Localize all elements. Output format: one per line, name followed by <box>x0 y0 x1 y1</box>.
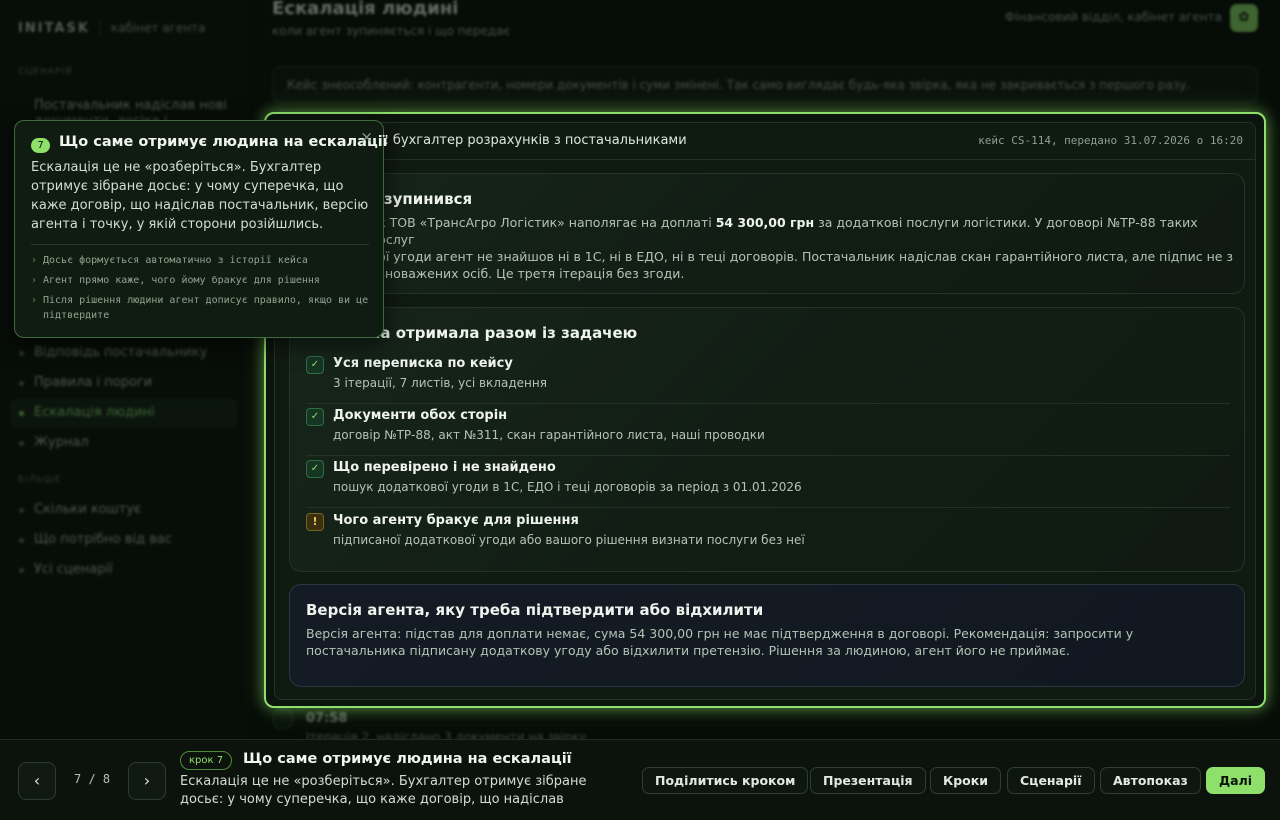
divider <box>31 244 369 245</box>
autoplay-button[interactable]: Автопоказ <box>1100 767 1201 794</box>
step-chip: крок 7 <box>180 751 233 770</box>
next-step-arrow-button[interactable]: › <box>128 762 166 800</box>
account-label: Фінансовий відділ, кабінет агента <box>1004 10 1222 24</box>
disputed-amount: 54 300,00 грн <box>715 215 815 230</box>
timeline-dot-icon <box>272 708 294 730</box>
close-icon[interactable]: × <box>360 128 373 146</box>
sidebar-item-requirements[interactable]: Що потрібно від вас <box>10 526 238 554</box>
brand-subtitle: кабінет агента <box>110 21 206 35</box>
check-icon: ✓ <box>306 460 324 478</box>
share-step-button[interactable]: Поділитись кроком <box>642 767 809 794</box>
checklist-detail: пошук додаткової угоди в 1С, ЕДО і теці … <box>333 480 802 494</box>
chevron-right-icon: › <box>31 255 38 266</box>
checklist-row: ! Чого агенту бракує для рішення підписа… <box>306 509 1230 561</box>
step-tooltip: 7 Що саме отримує людина на ескалації × … <box>14 120 388 338</box>
sidebar-item-label: Усі сценарії <box>34 562 113 577</box>
checklist-title: Що перевірено і не знайдено <box>333 460 556 475</box>
bullet-text: Після рішення людини агент дописує прави… <box>43 295 369 321</box>
agent-version-title: Версія агента, яку треба підтвердити або… <box>306 601 764 619</box>
timeline-time: 07:58 <box>306 711 348 726</box>
tooltip-bullets: › Досьє формується автоматично з історії … <box>31 253 371 328</box>
tooltip-bullet: › Агент прямо каже, чого йому бракує для … <box>31 273 371 288</box>
sidebar-item-all-scenarios[interactable]: Усі сценарії <box>10 556 238 584</box>
tooltip-body: Ескалація це не «розберіться». Бухгалтер… <box>31 160 369 232</box>
checklist-title: Чого агенту бракує для рішення <box>333 513 579 528</box>
sidebar-section-scenario: СЦЕНАРІЙ <box>18 67 73 77</box>
sidebar: INITASK кабінет агента СЦЕНАРІЙ Постачал… <box>0 0 250 740</box>
sidebar-item-label: Ескалація людині <box>34 405 155 420</box>
brand-name: INITASK <box>18 20 90 36</box>
sidebar-item-pricing[interactable]: Скільки коштує <box>10 496 238 524</box>
step-title: Що саме отримує людина на ескалації <box>243 751 572 767</box>
step-description: Ескалація це не «розберіться». Бухгалтер… <box>180 774 587 807</box>
avatar[interactable]: ✿ <box>1230 4 1258 32</box>
checklist-detail: підписаної додаткової угоди або вашого р… <box>333 533 805 547</box>
bullet-icon <box>19 441 24 446</box>
bullet-icon <box>19 351 24 356</box>
case-meta: кейс CS-114, передано 31.07.2026 о 16:20 <box>978 134 1243 147</box>
chevron-right-icon: › <box>31 295 38 306</box>
flower-icon: ✿ <box>1238 10 1250 25</box>
tour-bottom-bar: ‹ 7 / 8 › крок 7 Що саме отримує людина … <box>0 739 1280 820</box>
next-button[interactable]: Далі <box>1206 767 1266 794</box>
checklist-detail: 3 ітерації, 7 листів, усі вкладення <box>333 376 547 390</box>
presentation-button[interactable]: Презентація <box>810 767 926 794</box>
step-number-badge: 7 <box>31 138 50 153</box>
why-stopped-box: т зупинився ик ТОВ «ТрансАгро Логістик» … <box>289 173 1245 294</box>
check-icon: ✓ <box>306 408 324 426</box>
bullet-text: Агент прямо каже, чого йому бракує для р… <box>43 275 320 286</box>
received-box: на отримала разом із задачею ✓ Уся переп… <box>289 307 1245 572</box>
bullet-icon <box>19 508 24 513</box>
bullet-icon <box>19 411 24 416</box>
tooltip-bullet: › Після рішення людини агент дописує прав… <box>31 293 371 323</box>
agent-version-box: Версія агента, яку треба підтвердити або… <box>289 584 1245 687</box>
escalation-card: но людині: бухгалтер розрахунків з поста… <box>274 122 1256 700</box>
why-text-line: ної угоди агент не знайшов ні в 1С, ні в… <box>370 249 1234 264</box>
bullet-text: Досьє формується автоматично з історії к… <box>43 255 308 266</box>
bullet-icon <box>19 538 24 543</box>
sidebar-item-label: Журнал <box>34 435 89 450</box>
sidebar-item-supplier-reply[interactable]: Відповідь постачальнику <box>10 339 238 367</box>
why-stopped-title: т зупинився <box>370 190 473 208</box>
checklist-row: ✓ Документи обох сторін договір №ТР-88, … <box>306 404 1230 456</box>
brand: INITASK кабінет агента <box>18 20 206 36</box>
brand-divider <box>99 20 101 36</box>
sidebar-item-escalation[interactable]: Ескалація людині <box>10 399 238 427</box>
page-subtitle: коли агент зупиняється і що передає <box>272 24 511 38</box>
chevron-right-icon: › <box>31 275 38 286</box>
tooltip-bullet: › Досьє формується автоматично з історії … <box>31 253 371 268</box>
bullet-icon <box>19 568 24 573</box>
card-header: но людині: бухгалтер розрахунків з поста… <box>275 123 1255 160</box>
step-counter: 7 / 8 <box>74 772 111 786</box>
checklist-row: ✓ Що перевірено і не знайдено пошук дода… <box>306 456 1230 508</box>
tooltip-title: Що саме отримує людина на ескалації <box>59 134 388 150</box>
check-icon: ✓ <box>306 356 324 374</box>
sidebar-item-label: Відповідь постачальнику <box>34 345 208 360</box>
sidebar-section-more: БІЛЬШЕ <box>18 475 62 485</box>
checklist-row: ✓ Уся переписка по кейсу 3 ітерації, 7 л… <box>306 352 1230 404</box>
escalation-card-highlight: но людині: бухгалтер розрахунків з поста… <box>264 112 1266 708</box>
scenarios-button[interactable]: Сценарії <box>1007 767 1095 794</box>
why-stopped-text: ик ТОВ «ТрансАгро Логістик» наполягає на… <box>370 214 1240 282</box>
bullet-icon <box>19 381 24 386</box>
sidebar-item-rules[interactable]: Правила і пороги <box>10 369 238 397</box>
anonymized-notice: Кейс знеособлений: контрагенти, номери д… <box>272 66 1258 104</box>
warning-icon: ! <box>306 513 324 531</box>
page-title: Ескалація людині <box>272 0 459 19</box>
agent-version-text: Версія агента: підстав для доплати немає… <box>306 626 1134 658</box>
sidebar-item-journal[interactable]: Журнал <box>10 429 238 457</box>
sidebar-item-label: Правила і пороги <box>34 375 153 390</box>
why-text-part: ик ТОВ «ТрансАгро Логістик» наполягає на… <box>370 215 716 230</box>
sidebar-item-label: Що потрібно від вас <box>34 532 172 547</box>
sidebar-item-label: Скільки коштує <box>34 502 142 517</box>
checklist-title: Уся переписка по кейсу <box>333 356 513 371</box>
why-text-line: овноважених осіб. Це третя ітерація без … <box>370 266 685 281</box>
steps-button[interactable]: Кроки <box>930 767 1001 794</box>
checklist-title: Документи обох сторін <box>333 408 508 423</box>
checklist-detail: договір №ТР-88, акт №311, скан гарантійн… <box>333 428 765 442</box>
received-title: на отримала разом із задачею <box>370 324 638 342</box>
prev-step-button[interactable]: ‹ <box>18 762 56 800</box>
